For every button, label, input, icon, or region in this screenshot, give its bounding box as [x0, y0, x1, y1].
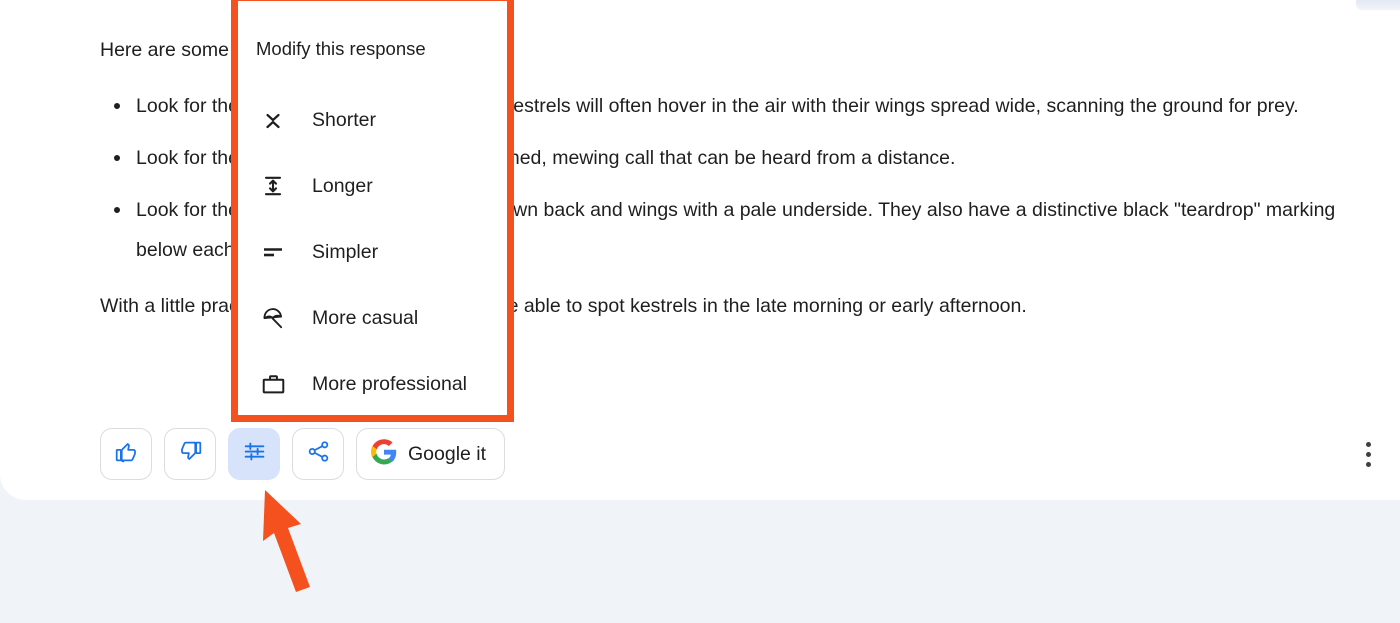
- modify-menu-items: Shorter Longer Simpler More casual More …: [238, 87, 507, 417]
- google-it-label: Google it: [408, 442, 487, 465]
- menu-item-simpler[interactable]: Simpler: [238, 219, 507, 285]
- menu-item-label: More casual: [312, 306, 419, 329]
- menu-item-more-casual[interactable]: More casual: [238, 285, 507, 351]
- modify-response-menu: Modify this response Shorter Longer Simp…: [231, 0, 514, 422]
- app-root: Here are some tips for spotting kestrels…: [0, 0, 1400, 623]
- menu-item-label: Shorter: [312, 108, 376, 131]
- menu-item-label: Longer: [312, 174, 373, 197]
- google-it-button[interactable]: Google it: [356, 428, 506, 480]
- modify-menu-title: Modify this response: [256, 38, 426, 59]
- short-text-icon: [260, 239, 286, 265]
- thumb-down-icon: [178, 439, 203, 469]
- kebab-dot: [1365, 451, 1371, 457]
- share-icon: [306, 439, 331, 469]
- beach-umbrella-icon: [260, 305, 286, 331]
- thumb-up-button[interactable]: [100, 428, 152, 480]
- kebab-dot: [1365, 441, 1371, 447]
- thumb-up-icon: [114, 439, 139, 469]
- scroll-indicator[interactable]: [1356, 0, 1400, 10]
- kebab-dot: [1365, 461, 1371, 467]
- thumb-down-button[interactable]: [164, 428, 216, 480]
- share-button[interactable]: [292, 428, 344, 480]
- composer-bar: [0, 500, 1400, 623]
- menu-item-shorter[interactable]: Shorter: [238, 87, 507, 153]
- menu-item-more-professional[interactable]: More professional: [238, 351, 507, 417]
- tune-icon: [242, 439, 267, 469]
- menu-item-label: Simpler: [312, 240, 379, 263]
- expand-vertical-icon: [260, 173, 286, 199]
- response-action-bar: Google it: [100, 428, 506, 480]
- response-card: Here are some tips for spotting kestrels…: [0, 0, 1400, 500]
- menu-item-longer[interactable]: Longer: [238, 153, 507, 219]
- briefcase-icon: [260, 371, 286, 397]
- collapse-vertical-icon: [260, 107, 286, 133]
- modify-response-button[interactable]: [228, 428, 280, 480]
- google-logo-icon: [371, 438, 397, 470]
- more-options-button[interactable]: [1348, 428, 1388, 480]
- menu-item-label: More professional: [312, 372, 467, 395]
